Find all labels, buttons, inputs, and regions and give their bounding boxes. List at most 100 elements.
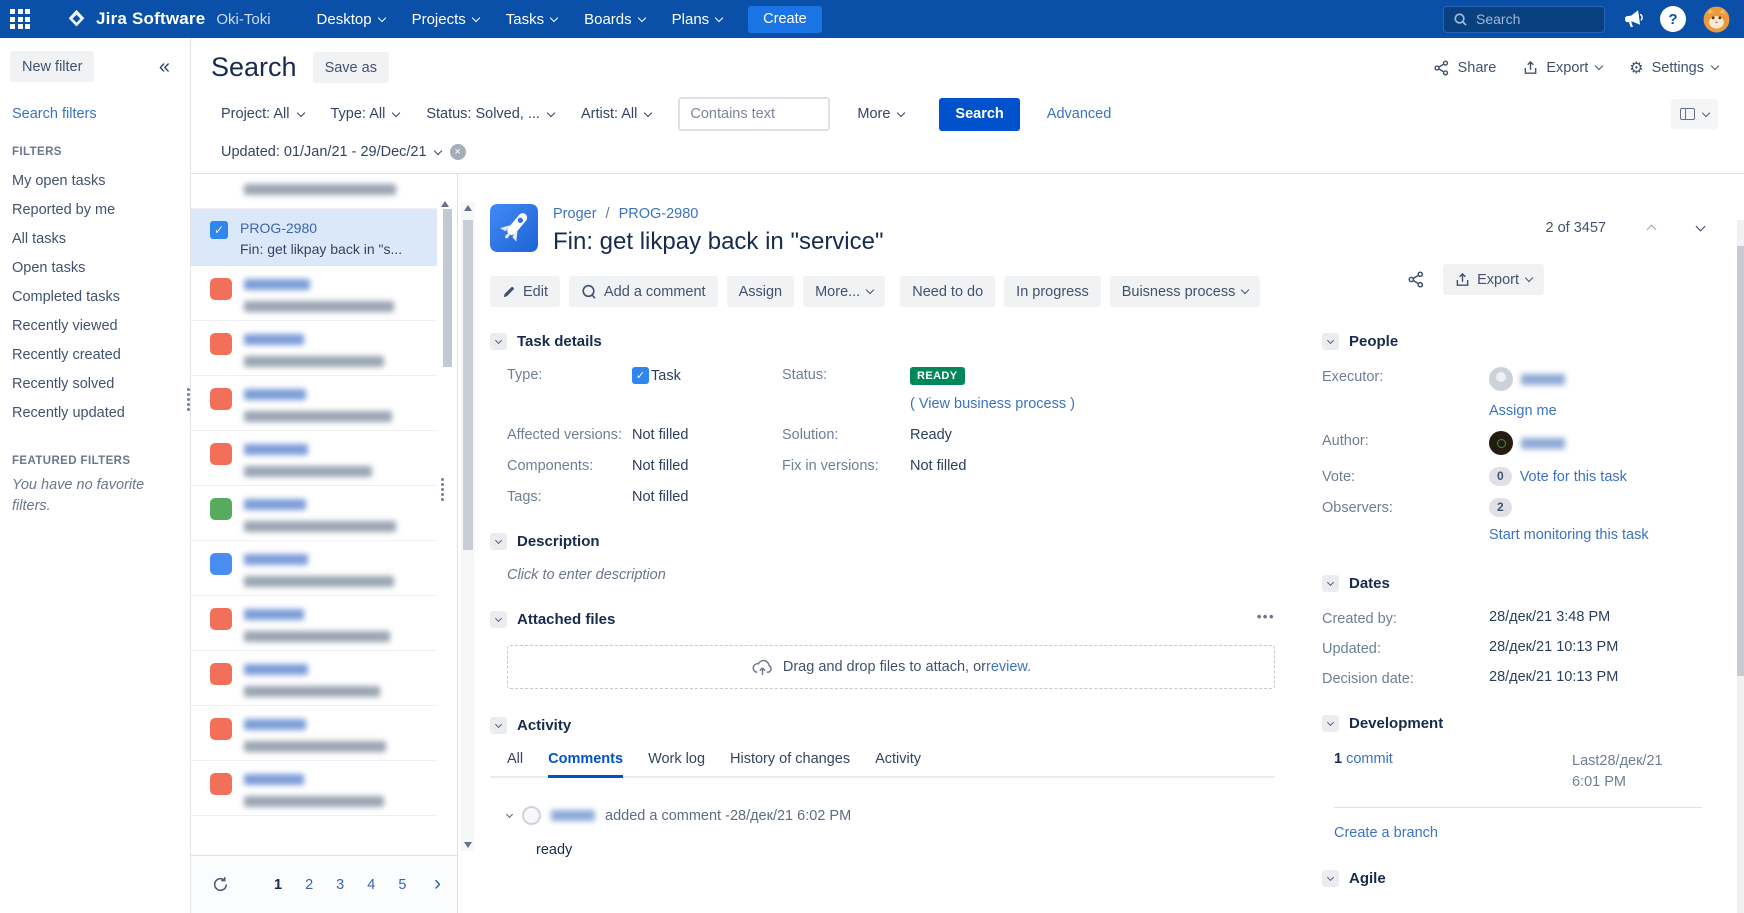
tab-history[interactable]: History of changes (730, 751, 850, 776)
global-search[interactable] (1443, 6, 1605, 33)
collapse-section-icon[interactable] (490, 717, 507, 734)
export-issue-button[interactable]: Export (1443, 264, 1544, 295)
app-switcher-icon[interactable] (0, 0, 40, 38)
add-comment-button[interactable]: Add a comment (569, 276, 718, 307)
create-button[interactable]: Create (748, 6, 822, 33)
view-switcher-button[interactable] (1671, 99, 1718, 129)
tab-comments[interactable]: Comments (548, 751, 623, 776)
list-item[interactable]: ✓PROG-2980Fin: get likpay back in "s... (191, 209, 437, 266)
list-item[interactable] (191, 761, 437, 816)
need-to-do-button[interactable]: Need to do (900, 276, 995, 307)
sidebar-item-recently-solved[interactable]: Recently solved (10, 369, 180, 398)
in-progress-button[interactable]: In progress (1004, 276, 1101, 307)
page-1[interactable]: 1 (274, 877, 282, 893)
type-filter-dropdown[interactable]: Type: All (331, 106, 400, 122)
page-3[interactable]: 3 (336, 877, 344, 893)
project-avatar[interactable] (490, 204, 538, 252)
nav-tasks[interactable]: Tasks (506, 11, 557, 28)
browse-files-link[interactable]: review. (986, 659, 1031, 675)
sidebar-item-my-open-tasks[interactable]: My open tasks (10, 166, 180, 195)
updated-filter-chip[interactable]: Updated: 01/Jan/21 - 29/Dec/21 (221, 144, 441, 160)
page-5[interactable]: 5 (398, 877, 406, 893)
list-resize-handle[interactable] (441, 478, 444, 501)
sidebar-item-open-tasks[interactable]: Open tasks (10, 253, 180, 282)
list-scrollbar-thumb[interactable] (443, 209, 452, 367)
nav-plans[interactable]: Plans (672, 11, 723, 28)
commit-link[interactable]: 1 commit (1334, 751, 1393, 793)
collapse-comment-icon[interactable] (506, 810, 513, 817)
scroll-down-icon[interactable] (464, 842, 472, 848)
scroll-up-icon[interactable] (464, 205, 472, 211)
nav-desktop[interactable]: Desktop (317, 11, 385, 28)
collapse-section-icon[interactable] (490, 533, 507, 550)
page-2[interactable]: 2 (305, 877, 313, 893)
announcement-icon[interactable] (1622, 10, 1643, 29)
nav-boards[interactable]: Boards (584, 11, 645, 28)
clear-filter-icon[interactable]: × (450, 144, 466, 160)
collapse-section-icon[interactable] (1322, 715, 1339, 732)
previous-issue-icon[interactable] (1647, 225, 1657, 235)
window-scrollbar-thumb[interactable] (1737, 246, 1744, 676)
list-item[interactable] (191, 321, 437, 376)
list-item[interactable] (191, 541, 437, 596)
description-placeholder[interactable]: Click to enter description (490, 567, 1275, 583)
list-item[interactable] (191, 376, 437, 431)
nav-projects[interactable]: Projects (412, 11, 479, 28)
share-issue-button[interactable] (1407, 271, 1425, 288)
vote-link[interactable]: Vote for this task (1520, 469, 1627, 485)
sidebar-item-recently-viewed[interactable]: Recently viewed (10, 311, 180, 340)
collapse-section-icon[interactable] (490, 611, 507, 628)
list-item[interactable] (191, 706, 437, 761)
start-monitoring-link[interactable]: Start monitoring this task (1489, 525, 1649, 547)
list-item[interactable] (191, 486, 437, 541)
more-filter-dropdown[interactable]: More (857, 106, 904, 122)
status-filter-dropdown[interactable]: Status: Solved, ... (426, 106, 554, 122)
artist-filter-dropdown[interactable]: Artist: All (581, 106, 651, 122)
project-filter-dropdown[interactable]: Project: All (221, 106, 304, 122)
settings-button[interactable]: ⚙ Settings (1629, 60, 1718, 76)
attachments-menu-icon[interactable]: ••• (1257, 609, 1275, 624)
breadcrumb-project-link[interactable]: Proger (553, 206, 597, 222)
sidebar-item-search-filters[interactable]: Search filters (12, 106, 180, 122)
tab-all[interactable]: All (507, 751, 523, 776)
jira-logo[interactable]: Jira Software Oki-Toki (66, 9, 271, 30)
collapse-section-icon[interactable] (490, 333, 507, 350)
search-button[interactable]: Search (939, 98, 1019, 131)
breadcrumb-issue-link[interactable]: PROG-2980 (619, 206, 699, 222)
sidebar-item-reported-by-me[interactable]: Reported by me (10, 195, 180, 224)
refresh-button[interactable] (212, 876, 229, 893)
sidebar-item-all-tasks[interactable]: All tasks (10, 224, 180, 253)
pagination-next-button[interactable]: › (434, 873, 441, 897)
edit-button[interactable]: Edit (490, 276, 560, 307)
global-search-input[interactable] (1476, 11, 1588, 27)
more-actions-button[interactable]: More... (803, 276, 885, 307)
assign-button[interactable]: Assign (727, 276, 795, 307)
attachment-dropzone[interactable]: Drag and drop files to attach, orreview. (507, 645, 1275, 689)
new-filter-button[interactable]: New filter (10, 51, 94, 82)
export-button[interactable]: Export (1523, 60, 1602, 76)
contains-text-input[interactable] (678, 97, 830, 131)
tab-activity[interactable]: Activity (875, 751, 921, 776)
list-item[interactable] (191, 174, 437, 209)
detail-scrollbar-thumb[interactable] (463, 220, 473, 550)
view-business-process-link[interactable]: ( View business process ) (910, 396, 1275, 412)
collapse-sidebar-icon[interactable]: « (159, 57, 170, 77)
collapse-section-icon[interactable] (1322, 870, 1339, 887)
advanced-link[interactable]: Advanced (1047, 106, 1112, 122)
sidebar-item-recently-updated[interactable]: Recently updated (10, 398, 180, 427)
sidebar-item-completed-tasks[interactable]: Completed tasks (10, 282, 180, 311)
sidebar-resize-handle[interactable] (187, 388, 190, 411)
help-icon[interactable]: ? (1660, 6, 1686, 32)
collapse-section-icon[interactable] (1322, 575, 1339, 592)
sidebar-item-recently-created[interactable]: Recently created (10, 340, 180, 369)
user-avatar[interactable] (1703, 6, 1730, 33)
list-item[interactable] (191, 431, 437, 486)
list-item[interactable] (191, 651, 437, 706)
list-item[interactable] (191, 596, 437, 651)
save-as-button[interactable]: Save as (313, 52, 389, 83)
collapse-section-icon[interactable] (1322, 333, 1339, 350)
share-button[interactable]: Share (1433, 60, 1497, 76)
next-issue-icon[interactable] (1696, 222, 1706, 232)
list-item[interactable] (191, 266, 437, 321)
business-process-button[interactable]: Buisness process (1110, 276, 1261, 307)
